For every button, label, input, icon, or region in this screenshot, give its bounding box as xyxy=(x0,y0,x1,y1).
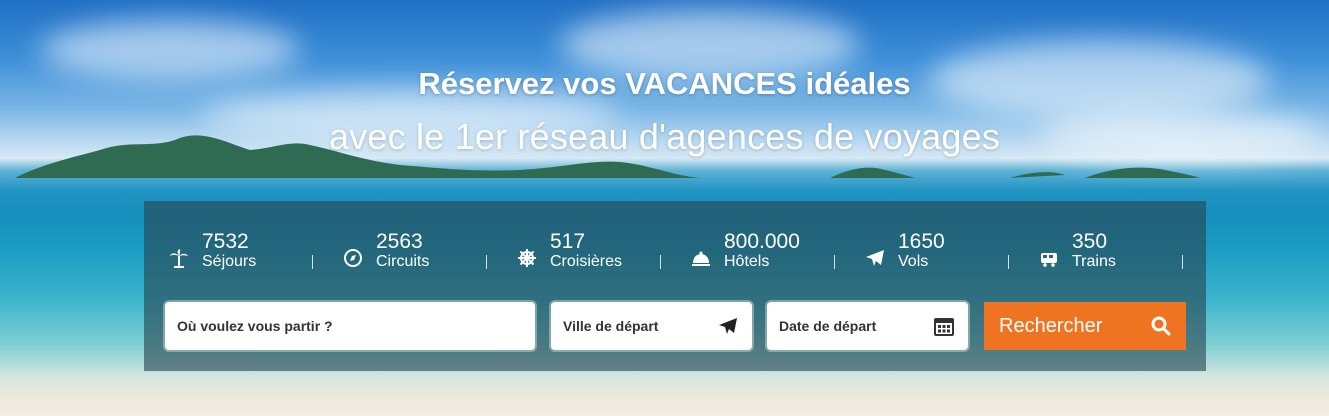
stat-hotels[interactable]: 800.000 Hôtels xyxy=(666,227,835,277)
stat-label: Circuits xyxy=(376,253,430,270)
stat-label: Séjours xyxy=(202,253,257,270)
compass-icon xyxy=(342,247,364,269)
stat-croisieres[interactable]: 517 Croisières xyxy=(492,227,661,277)
departure-city-placeholder: Ville de départ xyxy=(563,318,659,334)
search-button-label: Rechercher xyxy=(999,314,1103,337)
divider xyxy=(486,255,487,269)
divider xyxy=(834,255,835,269)
divider xyxy=(1008,255,1009,269)
stat-count: 350 xyxy=(1072,230,1108,253)
search-button[interactable]: Rechercher xyxy=(984,302,1186,350)
stat-circuits[interactable]: 2563 Circuits xyxy=(318,227,487,277)
stat-label: Hôtels xyxy=(724,253,770,270)
stats-bar: 7532 Séjours 2563 Circuits 517 Croisière… xyxy=(144,227,1206,277)
divider xyxy=(660,255,661,269)
destination-placeholder: Où voulez vous partir ? xyxy=(177,318,333,334)
palm-tree-icon xyxy=(168,247,190,269)
train-icon xyxy=(1038,247,1060,269)
departure-date-field[interactable]: Date de départ xyxy=(767,302,968,350)
divider xyxy=(1182,255,1183,269)
stat-count: 1650 xyxy=(898,230,945,253)
hotel-bell-icon xyxy=(690,247,712,269)
divider xyxy=(312,255,313,269)
stat-sejours[interactable]: 7532 Séjours xyxy=(144,227,313,277)
stat-count: 7532 xyxy=(202,230,249,253)
stat-label: Vols xyxy=(898,253,929,270)
departure-date-placeholder: Date de départ xyxy=(779,318,877,334)
stat-trains[interactable]: 350 Trains xyxy=(1014,227,1183,277)
hero-subtitle: avec le 1er réseau d'agences de voyages xyxy=(328,116,1001,157)
calendar-icon xyxy=(932,314,956,338)
plane-icon xyxy=(864,247,886,269)
departure-city-field[interactable]: Ville de départ xyxy=(551,302,752,350)
ship-wheel-icon xyxy=(516,247,538,269)
search-icon xyxy=(1150,315,1172,337)
hero-banner: Réservez vos VACANCES idéales avec le 1e… xyxy=(0,0,1329,416)
stat-count: 800.000 xyxy=(724,230,800,253)
stat-vols[interactable]: 1650 Vols xyxy=(840,227,1009,277)
destination-field[interactable]: Où voulez vous partir ? xyxy=(165,302,535,350)
stat-count: 2563 xyxy=(376,230,423,253)
stat-count: 517 xyxy=(550,230,586,253)
search-panel: 7532 Séjours 2563 Circuits 517 Croisière… xyxy=(144,201,1206,371)
stat-label: Croisières xyxy=(550,253,623,270)
plane-icon xyxy=(716,314,740,338)
hero-title: Réservez vos VACANCES idéales xyxy=(418,66,911,101)
stat-label: Trains xyxy=(1072,253,1116,270)
